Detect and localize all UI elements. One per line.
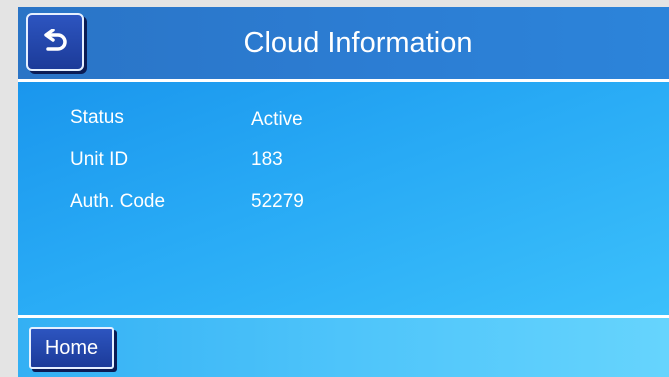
auth-code-label: Auth. Code [70, 191, 166, 212]
screen: Cloud Information Status Active Unit ID … [18, 7, 669, 377]
back-arrow-icon [44, 29, 67, 51]
auth-code-value: 52279 [251, 191, 304, 212]
home-button[interactable]: Home [29, 327, 114, 369]
unit-id-label: Unit ID [70, 149, 129, 170]
footer-bar: Home [18, 318, 669, 377]
status-label: Status [70, 107, 124, 128]
info-row-status: Status Active [18, 106, 669, 130]
header-bar: Cloud Information [18, 7, 669, 79]
back-button[interactable] [26, 13, 84, 71]
unit-id-value: 183 [251, 149, 283, 170]
page-title: Cloud Information [243, 27, 473, 59]
info-panel: Status Active Unit ID 183 Auth. Code 522… [18, 82, 669, 315]
status-value: Active [251, 109, 303, 130]
info-row-unit-id: Unit ID 183 [18, 148, 669, 172]
info-row-auth-code: Auth. Code 52279 [18, 190, 669, 214]
